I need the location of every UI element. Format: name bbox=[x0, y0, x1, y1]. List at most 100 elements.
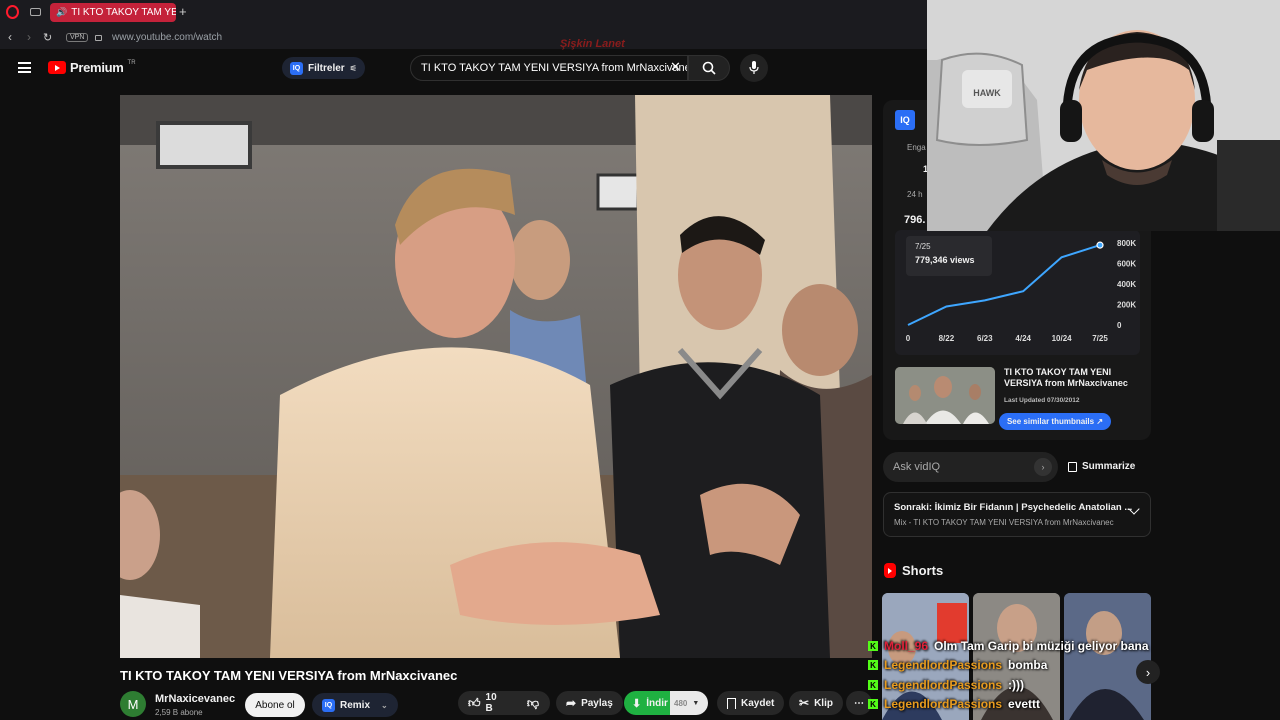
chat-message: K Moll_96 Olm Tam Garip bi müziği geliyo… bbox=[868, 639, 1149, 653]
short-thumbnail-3 bbox=[1064, 593, 1151, 720]
x-tick-label: 7/25 bbox=[1092, 334, 1108, 343]
chevron-down-icon: ⌄ bbox=[381, 700, 388, 710]
microphone-icon bbox=[749, 61, 759, 74]
lock-icon bbox=[95, 35, 102, 41]
channel-name[interactable]: MrNaxicevanec bbox=[155, 693, 235, 705]
sliders-icon: ⚟ bbox=[349, 63, 357, 73]
back-icon[interactable]: ‹ bbox=[8, 30, 12, 44]
video-frame bbox=[120, 95, 872, 658]
avatar-letter: M bbox=[127, 696, 139, 712]
reload-icon[interactable]: ↻ bbox=[43, 31, 52, 44]
kick-icon: K bbox=[868, 660, 878, 670]
thumbs-up-icon: 👍︎ bbox=[468, 695, 481, 710]
remix-button[interactable]: IQ Remix ⌄ bbox=[312, 693, 398, 717]
subscribe-button[interactable]: Abone ol bbox=[245, 693, 305, 717]
tab-title: TI KTO TAKOY TAM YE bbox=[71, 7, 176, 18]
chart-tooltip: 7/25 779,346 views bbox=[906, 236, 992, 276]
share-label: Paylaş bbox=[581, 697, 613, 709]
download-label: İndir bbox=[646, 697, 668, 709]
brand-label: Premium bbox=[70, 60, 124, 75]
kick-icon: K bbox=[868, 699, 878, 709]
related-thumbnail[interactable] bbox=[895, 367, 995, 424]
period-label: 24 h bbox=[907, 190, 923, 199]
url-text[interactable]: www.youtube.com/watch bbox=[112, 32, 222, 43]
shorts-next-button[interactable]: › bbox=[1136, 660, 1160, 684]
voice-search-button[interactable] bbox=[740, 54, 768, 82]
summarize-button[interactable]: Summarize bbox=[1068, 461, 1135, 472]
filters-button[interactable]: IQ Filtreler ⚟ bbox=[282, 57, 365, 79]
caret-down-icon: ▼ bbox=[692, 699, 700, 707]
y-tick-label: 800K bbox=[1117, 239, 1136, 248]
bookmark-icon bbox=[727, 697, 736, 709]
engagement-label: Enga bbox=[907, 143, 926, 152]
download-button[interactable]: ⬇ İndir bbox=[624, 691, 676, 715]
vidiq-icon: IQ bbox=[290, 61, 303, 75]
opera-logo-icon[interactable] bbox=[6, 5, 19, 19]
youtube-logo[interactable]: Premium TR bbox=[48, 60, 136, 75]
save-button[interactable]: Kaydet bbox=[717, 691, 785, 715]
scissors-icon: ✂ bbox=[799, 696, 810, 710]
chat-username: LegendlordPassions bbox=[884, 678, 1003, 692]
brand-region: TR bbox=[127, 59, 136, 66]
youtube-header: Premium TR IQ Filtreler ⚟ Şişkin Lanet T… bbox=[0, 38, 927, 89]
chat-username: LegendlordPassions bbox=[884, 697, 1003, 711]
thumbs-down-icon: 👎︎ bbox=[526, 695, 540, 710]
search-input[interactable]: TI KTO TAKOY TAM YENI VERSIYA from MrNax… bbox=[410, 55, 688, 81]
chat-username: Moll_96 bbox=[884, 639, 929, 653]
youtube-play-icon bbox=[48, 61, 66, 74]
webcam-overlay: HAWK bbox=[927, 0, 1280, 231]
webcam-feed: HAWK bbox=[927, 0, 1280, 231]
quality-select[interactable]: 480 ▼ bbox=[670, 691, 708, 715]
vpn-badge[interactable]: VPN bbox=[66, 32, 89, 42]
kick-icon: K bbox=[868, 680, 878, 690]
related-thumbnail-image bbox=[895, 367, 995, 424]
clear-search-icon[interactable]: ✕ bbox=[670, 59, 681, 75]
forward-icon[interactable]: › bbox=[27, 30, 31, 44]
next-up-panel[interactable]: Sonraki: İkimiz Bir Fidanın | Psychedeli… bbox=[883, 492, 1151, 537]
browser-tab-active[interactable]: 🔊 TI KTO TAKOY TAM YE bbox=[50, 3, 176, 22]
chat-text: evettt bbox=[1008, 697, 1041, 711]
subscriber-count: 2,59 B abone bbox=[155, 708, 203, 717]
next-up-subtitle: Mix - TI KTO TAKOY TAM YENI VERSIYA from… bbox=[894, 518, 1114, 527]
vidiq-icon: IQ bbox=[895, 110, 915, 130]
shorts-header: Shorts bbox=[884, 563, 943, 578]
chat-text: :))) bbox=[1008, 678, 1025, 692]
ask-vidiq-input[interactable]: Ask vidIQ › bbox=[883, 452, 1058, 482]
workspaces-icon[interactable] bbox=[30, 8, 41, 16]
views-total: 796. bbox=[904, 214, 926, 226]
related-title[interactable]: TI KTO TAKOY TAM YENI VERSIYA from MrNax… bbox=[1004, 367, 1144, 389]
y-tick-label: 0 bbox=[1117, 321, 1122, 330]
chat-username: LegendlordPassions bbox=[884, 658, 1003, 672]
clip-button[interactable]: ✂ Klip bbox=[789, 691, 843, 715]
chat-message: K LegendlordPassions evettt bbox=[868, 697, 1040, 711]
filters-label: Filtreler bbox=[308, 62, 345, 74]
address-bar: ‹ › ↻ VPN www.youtube.com/watch bbox=[0, 25, 927, 49]
chat-message: K LegendlordPassions :))) bbox=[868, 678, 1024, 692]
views-data-point bbox=[1096, 241, 1104, 249]
menu-icon[interactable] bbox=[18, 62, 31, 73]
like-button[interactable]: 👍︎ 10 B bbox=[458, 691, 516, 715]
y-tick-label: 200K bbox=[1117, 301, 1136, 310]
search-button[interactable] bbox=[688, 55, 730, 81]
x-tick-label: 0 bbox=[906, 334, 911, 343]
views-chart: 0 8/22 6/23 4/24 10/24 7/25 800K 600K 400K 200K 0 … bbox=[895, 230, 1140, 355]
svg-text:HAWK: HAWK bbox=[973, 88, 1001, 98]
new-tab-button[interactable]: + bbox=[179, 4, 187, 19]
share-button[interactable]: ➦ Paylaş bbox=[556, 691, 623, 715]
short-card-3[interactable] bbox=[1064, 593, 1151, 720]
save-label: Kaydet bbox=[741, 697, 775, 709]
next-up-title: Sonraki: İkimiz Bir Fidanın | Psychedeli… bbox=[894, 502, 1133, 513]
kick-icon: K bbox=[868, 641, 878, 651]
chat-text: Olm Tam Garip bi müziği geliyor bana bbox=[934, 639, 1149, 653]
document-icon bbox=[1068, 461, 1077, 472]
ask-send-button[interactable]: › bbox=[1034, 458, 1052, 476]
ask-placeholder: Ask vidIQ bbox=[893, 461, 941, 473]
last-updated: Last Updated 07/30/2012 bbox=[1004, 397, 1080, 404]
video-title: TI KTO TAKOY TAM YENI VERSIYA from MrNax… bbox=[120, 668, 458, 683]
channel-avatar[interactable]: M bbox=[120, 691, 146, 717]
dislike-button[interactable]: 👎︎ bbox=[516, 691, 550, 715]
similar-thumbnails-button[interactable]: See similar thumbnails ↗ bbox=[999, 413, 1111, 430]
video-player[interactable] bbox=[120, 95, 872, 658]
shorts-title: Shorts bbox=[902, 563, 944, 578]
y-tick-label: 400K bbox=[1117, 280, 1136, 289]
